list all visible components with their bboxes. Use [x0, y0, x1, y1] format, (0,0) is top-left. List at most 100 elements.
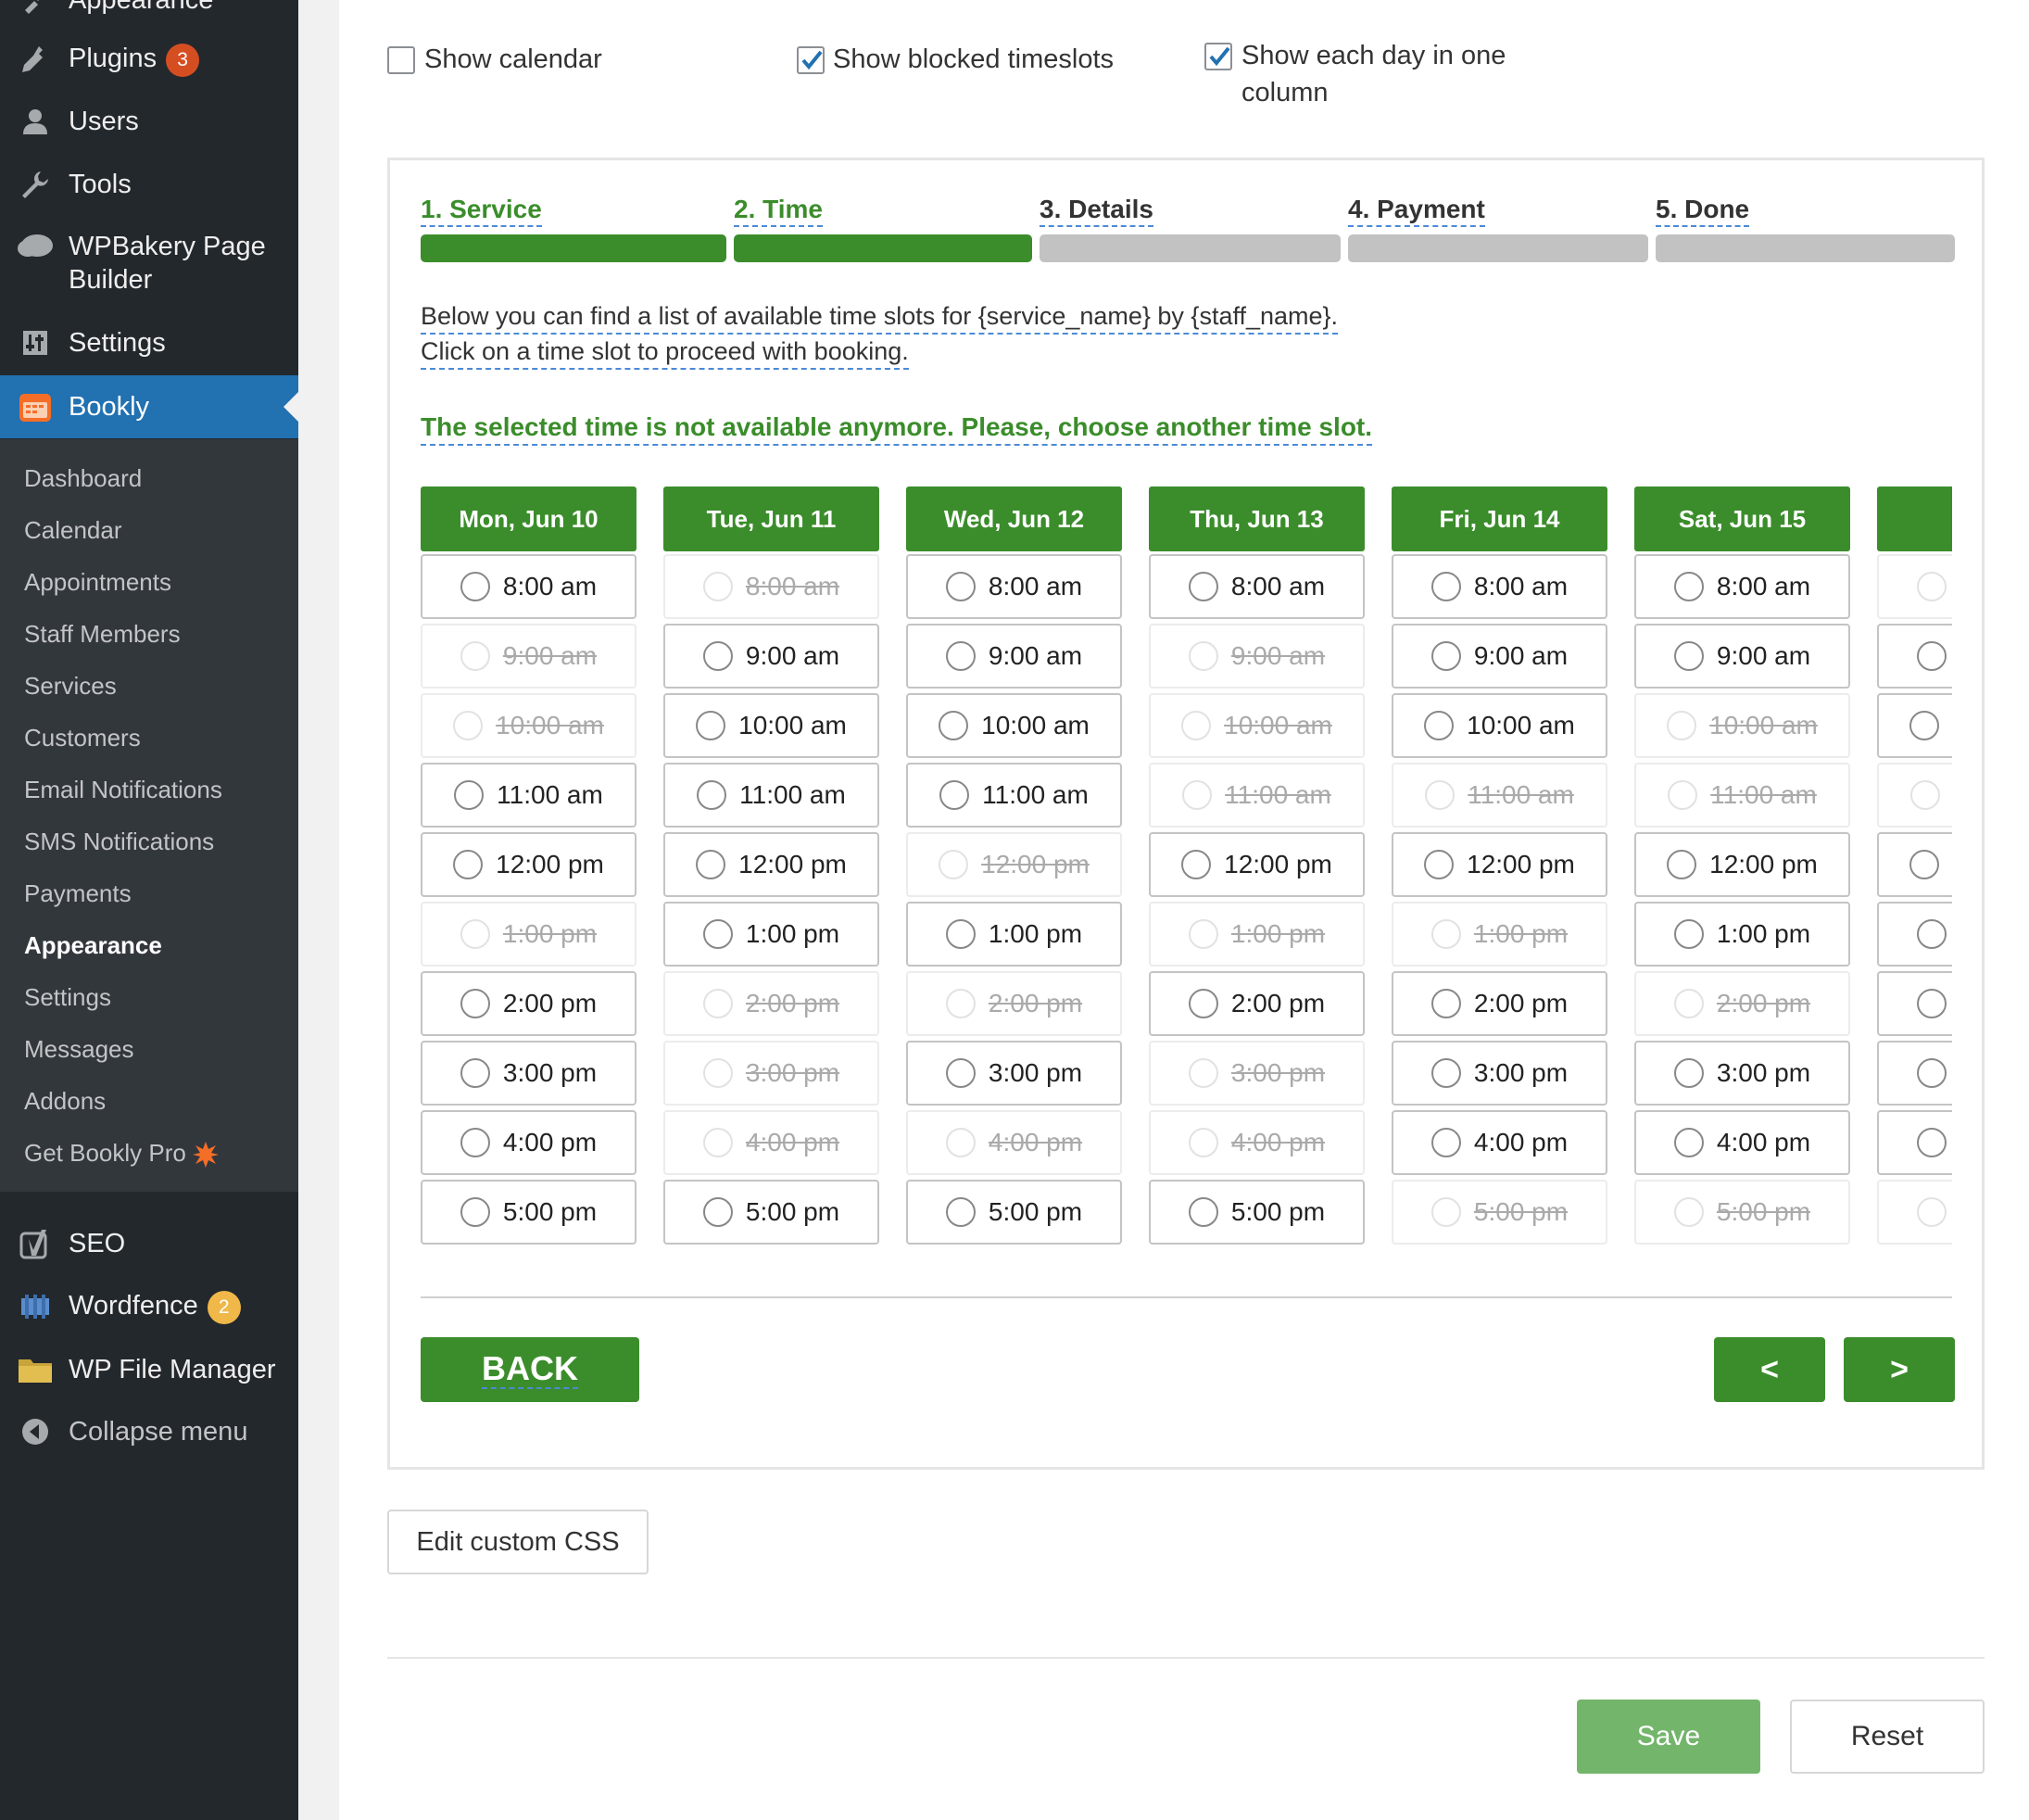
sidebar-item-appearance-partial[interactable]: Appearance [0, 0, 298, 32]
step-payment-label[interactable]: 4. Payment [1348, 194, 1485, 227]
time-slot[interactable]: 4:00 pm [1634, 1110, 1850, 1175]
show-calendar-checkbox[interactable] [387, 46, 415, 74]
sidebar-item-wpbakery[interactable]: WPBakery Page Builder [0, 230, 298, 298]
sidebar-item-settings[interactable]: Settings [0, 311, 298, 374]
time-slot[interactable]: 8:00 am [1392, 554, 1607, 619]
time-slot-label: 3:00 pm [988, 1058, 1083, 1087]
submenu-staff-members[interactable]: Staff Members [24, 617, 181, 651]
radio-icon [1424, 711, 1455, 740]
radio-icon [1430, 919, 1461, 949]
time-slot[interactable]: 10:00 am [1877, 693, 1952, 758]
time-slot[interactable]: 5:00 pm [1149, 1180, 1365, 1245]
time-slot[interactable]: 3:00 pm [1392, 1041, 1607, 1106]
reset-button[interactable]: Reset [1790, 1700, 1985, 1774]
time-slot[interactable]: 10:00 am [1392, 693, 1607, 758]
edit-custom-css-button[interactable]: Edit custom CSS [387, 1510, 649, 1574]
submenu-calendar[interactable]: Calendar [24, 513, 122, 547]
time-slot-label: 2:00 pm [988, 989, 1083, 1017]
time-slot[interactable]: 4:00 pm [421, 1110, 636, 1175]
submenu-settings[interactable]: Settings [24, 980, 111, 1014]
radio-icon [1430, 641, 1461, 671]
sidebar-item-tools[interactable]: Tools [0, 153, 298, 216]
time-slot[interactable]: 8:00 am [421, 554, 636, 619]
collapse-menu-button[interactable]: Collapse menu [0, 1400, 298, 1463]
sidebar-item-bookly[interactable]: Bookly [0, 375, 298, 438]
slot-unavailable-message[interactable]: The selected time is not available anymo… [421, 411, 1373, 446]
submenu-customers[interactable]: Customers [24, 721, 141, 754]
time-slot[interactable]: 8:00 am [906, 554, 1122, 619]
time-slot[interactable]: 3:00 pm [421, 1041, 636, 1106]
time-slot[interactable]: 10:00 am [906, 693, 1122, 758]
submenu-payments[interactable]: Payments [24, 877, 132, 910]
info-text-line2[interactable]: Click on a time slot to proceed with boo… [421, 335, 909, 370]
time-slot[interactable]: 1:00 pm [663, 902, 879, 967]
step-done-label[interactable]: 5. Done [1656, 194, 1750, 227]
time-slot[interactable]: 12:00 pm [421, 832, 636, 897]
submenu-dashboard[interactable]: Dashboard [24, 461, 142, 495]
sidebar-item-users[interactable]: Users [0, 90, 298, 153]
step-payment-progress [1348, 234, 1648, 262]
time-slot[interactable]: 12:00 pm [1634, 832, 1850, 897]
time-slot-label: 12:00 pm [496, 850, 604, 878]
radio-icon [945, 919, 976, 949]
time-slot[interactable]: 9:00 am [1634, 624, 1850, 689]
time-slot[interactable]: 11:00 am [421, 763, 636, 828]
step-time-label[interactable]: 2. Time [734, 194, 823, 227]
time-slot[interactable]: 9:00 am [1392, 624, 1607, 689]
time-slot[interactable]: 9:00 am [906, 624, 1122, 689]
next-page-button[interactable]: > [1844, 1337, 1955, 1402]
time-slot[interactable]: 2:00 pm [1877, 971, 1952, 1036]
time-slot-label: 5:00 pm [988, 1197, 1083, 1226]
time-slot[interactable]: 1:00 pm [1877, 902, 1952, 967]
sidebar-item-seo[interactable]: SEO [0, 1212, 298, 1275]
time-slot-label: 1:00 pm [1716, 919, 1811, 948]
time-slot[interactable]: 9:00 am [1877, 624, 1952, 689]
submenu-sms-notifications[interactable]: SMS Notifications [24, 825, 214, 858]
time-slot[interactable]: 1:00 pm [1634, 902, 1850, 967]
time-slot[interactable]: 12:00 pm [663, 832, 879, 897]
time-slot-blocked: 3:00 pm [663, 1041, 879, 1106]
time-slot[interactable]: 8:00 am [1634, 554, 1850, 619]
time-slot[interactable]: 2:00 pm [421, 971, 636, 1036]
time-slot[interactable]: 5:00 pm [421, 1180, 636, 1245]
back-button[interactable]: BACK [421, 1337, 639, 1402]
time-slot[interactable]: 12:00 pm [1392, 832, 1607, 897]
time-slot[interactable]: 8:00 am [1149, 554, 1365, 619]
sidebar-item-wp-file-manager[interactable]: WP File Manager [0, 1338, 298, 1401]
show-blocked-timeslots-checkbox[interactable] [797, 46, 825, 74]
sidebar-item-wordfence[interactable]: Wordfence 2 [0, 1275, 298, 1338]
submenu-get-bookly-pro[interactable]: Get Bookly Pro [24, 1136, 220, 1169]
time-slot[interactable]: 11:00 am [663, 763, 879, 828]
time-slot[interactable]: 1:00 pm [906, 902, 1122, 967]
time-slot[interactable]: 5:00 pm [663, 1180, 879, 1245]
radio-icon [702, 1128, 733, 1157]
sidebar-item-plugins[interactable]: Plugins 3 [0, 28, 298, 91]
submenu-messages[interactable]: Messages [24, 1032, 134, 1066]
step-service-label[interactable]: 1. Service [421, 194, 542, 227]
time-slot-label: 1:00 pm [1473, 919, 1569, 948]
time-slot[interactable]: 11:00 am [906, 763, 1122, 828]
time-slot[interactable]: 4:00 pm [1392, 1110, 1607, 1175]
submenu-addons[interactable]: Addons [24, 1084, 106, 1118]
previous-page-button[interactable]: < [1714, 1337, 1825, 1402]
time-slot[interactable]: 4:00 pm [1877, 1110, 1952, 1175]
time-slot[interactable]: 2:00 pm [1149, 971, 1365, 1036]
radio-icon [460, 572, 490, 601]
time-slot[interactable]: 12:00 pm [1149, 832, 1365, 897]
time-slot[interactable]: 12:00 pm [1877, 832, 1952, 897]
time-slot[interactable]: 3:00 pm [906, 1041, 1122, 1106]
time-slot[interactable]: 10:00 am [663, 693, 879, 758]
submenu-services[interactable]: Services [24, 669, 117, 702]
time-slot[interactable]: 9:00 am [663, 624, 879, 689]
time-slot[interactable]: 2:00 pm [1392, 971, 1607, 1036]
time-slot[interactable]: 3:00 pm [1877, 1041, 1952, 1106]
info-text-line1[interactable]: Below you can find a list of available t… [421, 299, 1339, 335]
submenu-email-notifications[interactable]: Email Notifications [24, 773, 222, 806]
save-button[interactable]: Save [1577, 1700, 1760, 1774]
step-details-label[interactable]: 3. Details [1040, 194, 1153, 227]
submenu-appointments[interactable]: Appointments [24, 565, 171, 599]
one-column-checkbox[interactable] [1204, 43, 1232, 70]
submenu-appearance[interactable]: Appearance [24, 929, 162, 962]
time-slot[interactable]: 3:00 pm [1634, 1041, 1850, 1106]
time-slot[interactable]: 5:00 pm [906, 1180, 1122, 1245]
